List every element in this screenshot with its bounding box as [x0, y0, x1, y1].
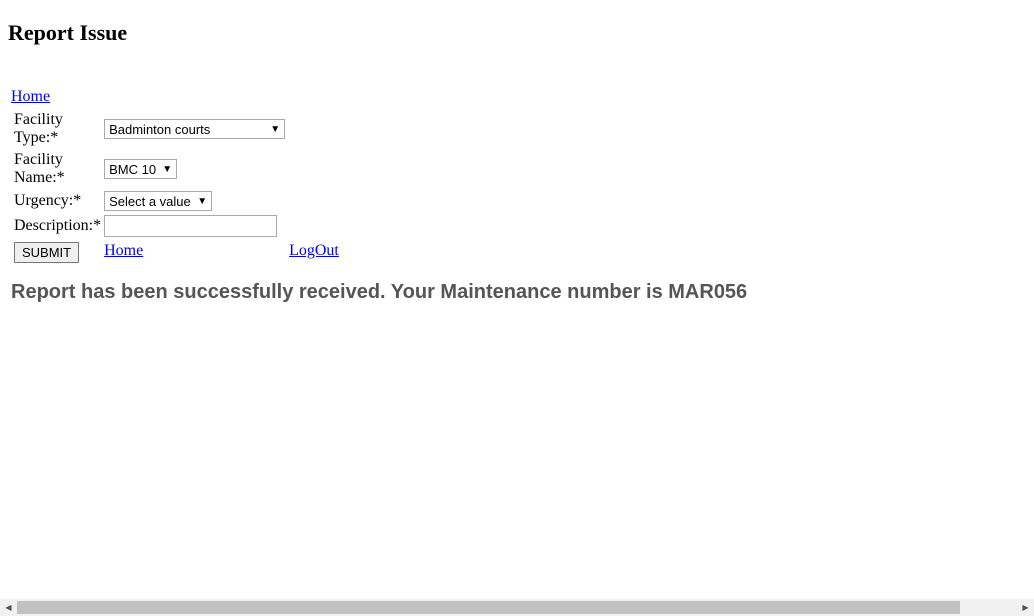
facility-type-label-line1: Facility [14, 111, 63, 128]
facility-name-selected-value: BMC 10 [109, 161, 157, 177]
facility-type-label: Facility Type:* [14, 110, 101, 148]
urgency-selected-value: Select a value [109, 193, 191, 209]
actions-row: SUBMIT Home LogOut [14, 240, 339, 264]
facility-name-select[interactable]: BMC 10 ▼ [104, 159, 178, 179]
horizontal-scrollbar[interactable]: ◀ ▶ [0, 599, 1034, 616]
facility-name-label: Facility Name:* [14, 150, 101, 188]
logout-link[interactable]: LogOut [289, 242, 339, 260]
description-row: Description:* [14, 214, 285, 238]
urgency-label: Urgency:* [14, 192, 82, 209]
scroll-left-arrow-icon[interactable]: ◀ [0, 599, 17, 616]
facility-name-row: Facility Name:* BMC 10 ▼ [14, 150, 285, 188]
submit-button[interactable]: SUBMIT [14, 241, 80, 263]
chevron-down-icon: ▼ [270, 123, 281, 135]
facility-name-label-line1: Facility [14, 151, 63, 168]
chevron-down-icon: ▼ [162, 163, 173, 175]
facility-type-label-line2: Type:* [14, 129, 59, 146]
chevron-down-icon: ▼ [197, 195, 208, 207]
description-label: Description:* [14, 217, 102, 234]
home-link-bottom[interactable]: Home [104, 242, 143, 260]
bottom-links: Home LogOut [104, 242, 339, 262]
scrollbar-thumb[interactable] [17, 601, 960, 614]
home-link-top[interactable]: Home [11, 88, 50, 106]
facility-name-label-line2: Name:* [14, 169, 65, 186]
facility-type-row: Facility Type:* Badminton courts ▼ [14, 110, 286, 148]
report-form: Facility Type:* Badminton courts ▼ Facil… [11, 108, 339, 266]
success-message: Report has been successfully received. Y… [11, 281, 748, 303]
urgency-select[interactable]: Select a value ▼ [104, 191, 213, 211]
facility-type-selected-value: Badminton courts [109, 121, 211, 137]
description-input[interactable] [104, 215, 278, 237]
page-title: Report Issue [8, 20, 128, 45]
facility-type-select[interactable]: Badminton courts ▼ [104, 119, 286, 139]
urgency-row: Urgency:* Select a value ▼ [14, 190, 285, 212]
scroll-right-arrow-icon[interactable]: ▶ [1017, 599, 1034, 616]
